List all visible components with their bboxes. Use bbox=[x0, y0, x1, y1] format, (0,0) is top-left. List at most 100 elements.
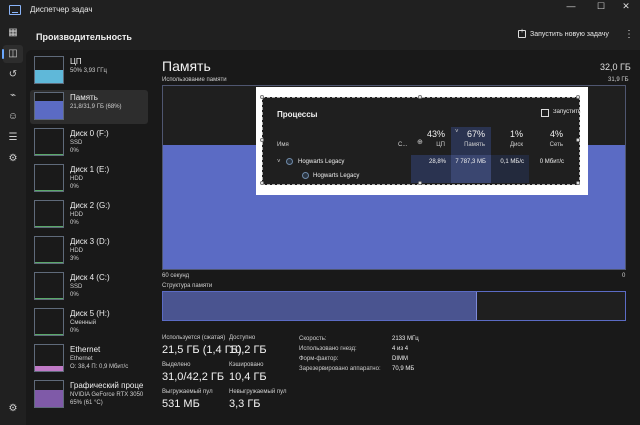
services-icon[interactable]: ⚙ bbox=[3, 150, 23, 168]
cpu-column-header[interactable]: 43% ЦП bbox=[411, 127, 451, 155]
speed-value: 2133 МГц bbox=[392, 336, 419, 342]
run-new-task-button[interactable]: Запустить новую задачу bbox=[518, 28, 609, 38]
perf-item[interactable]: Память 21,8/31,9 ГБ (68%) bbox=[30, 90, 148, 124]
perf-item[interactable]: Ethernet Ethernet О: 38,4 П: 0,9 Мбит/с bbox=[30, 342, 148, 376]
perf-item-sub: HDD bbox=[70, 176, 83, 182]
perf-thumbnail-fill bbox=[35, 154, 63, 155]
perf-item-sub2: 0% bbox=[70, 328, 79, 334]
cpu-cell: 28,8% bbox=[411, 155, 451, 169]
window-title: Диспетчер задач bbox=[30, 5, 93, 14]
main-title: Память bbox=[162, 58, 211, 74]
form-factor-label: Форм-фактор: bbox=[299, 356, 339, 362]
perf-item-sub: HDD bbox=[70, 248, 83, 254]
perf-thumbnail bbox=[34, 164, 64, 192]
perf-thumbnail bbox=[34, 56, 64, 84]
cpu-column-name: ЦП bbox=[436, 142, 445, 148]
perf-item[interactable]: Диск 3 (D:) HDD 3% bbox=[30, 234, 148, 268]
more-options-icon[interactable]: ⋮ bbox=[624, 29, 634, 40]
committed-value: 31,0/42,2 ГБ bbox=[162, 371, 225, 383]
perf-item[interactable]: Диск 5 (H:) Сменный 0% bbox=[30, 306, 148, 340]
perf-item[interactable]: Графический проце NVIDIA GeForce RTX 3050… bbox=[30, 378, 148, 412]
resize-handle[interactable] bbox=[576, 95, 580, 99]
settings-icon[interactable]: ⚙ bbox=[3, 400, 23, 418]
perf-item-sub2: 0% bbox=[70, 148, 79, 154]
resize-handle[interactable] bbox=[576, 181, 580, 185]
run-task-icon bbox=[541, 109, 549, 117]
perf-item-label: Диск 1 (E:) bbox=[70, 165, 110, 174]
details-icon[interactable]: ☰ bbox=[3, 129, 23, 147]
processes-icon[interactable]: ▦ bbox=[3, 24, 23, 42]
memory-total: 32,0 ГБ bbox=[600, 62, 631, 72]
network-column-header[interactable]: 4% Сеть bbox=[529, 127, 569, 155]
perf-thumbnail-fill bbox=[35, 390, 63, 407]
perf-item-sub: Сменный bbox=[70, 320, 97, 326]
resize-handle[interactable] bbox=[418, 95, 422, 99]
perf-item-label: Графический проце bbox=[70, 381, 144, 390]
perf-thumbnail-fill bbox=[35, 298, 63, 299]
process-row[interactable]: ˅ Hogwarts Legacy 28,8% 7 787,3 МБ 0,1 М… bbox=[263, 155, 579, 169]
perf-thumbnail bbox=[34, 308, 64, 336]
perf-thumbnail bbox=[34, 272, 64, 300]
startup-icon[interactable]: ⌁ bbox=[3, 87, 23, 105]
reserved-label: Зарезервировано аппаратно: bbox=[299, 366, 381, 372]
perf-item-sub2: 0% bbox=[70, 220, 79, 226]
cached-label: Кэшировано bbox=[229, 362, 264, 368]
popup-run-button[interactable]: Запустить bbox=[553, 109, 589, 115]
usage-max: 31,9 ГБ bbox=[608, 77, 629, 83]
perf-item-sub2: 0% bbox=[70, 292, 79, 298]
in-use-label: Используется (сжатая) bbox=[162, 335, 226, 341]
usage-label: Использование памяти bbox=[162, 77, 227, 83]
slots-value: 4 из 4 bbox=[392, 346, 409, 352]
perf-item-sub: SSD bbox=[70, 284, 83, 290]
page-header: Производительность Запустить новую задач… bbox=[26, 22, 640, 50]
memory-column-header[interactable]: 67% Память ˅ bbox=[451, 127, 491, 155]
perf-item-label: Диск 0 (F:) bbox=[70, 129, 109, 138]
disk-column-name: Диск bbox=[509, 142, 523, 148]
task-manager-icon bbox=[9, 5, 21, 15]
close-button[interactable]: ✕ bbox=[611, 0, 640, 14]
performance-icon[interactable]: ◫ bbox=[2, 45, 23, 63]
perf-item-sub: NVIDIA GeForce RTX 3050 bbox=[70, 392, 144, 398]
new-task-icon bbox=[518, 28, 526, 38]
nonpaged-pool-label: Невыгружаемый пул bbox=[229, 389, 287, 395]
network-total: 4% bbox=[549, 129, 563, 139]
name-column-header[interactable]: Имя bbox=[277, 142, 289, 148]
perf-item[interactable]: Диск 0 (F:) SSD 0% bbox=[30, 126, 148, 160]
perf-item-sub: Ethernet bbox=[70, 356, 93, 362]
app-history-icon[interactable]: ↺ bbox=[3, 66, 23, 84]
child-memory-cell bbox=[451, 169, 491, 183]
perf-item-sub: HDD bbox=[70, 212, 83, 218]
resize-handle[interactable] bbox=[260, 181, 264, 185]
cached-value: 10,4 ГБ bbox=[229, 371, 267, 383]
users-icon[interactable]: ☺ bbox=[3, 108, 23, 126]
status-column-header[interactable]: С... bbox=[398, 142, 407, 148]
perf-item[interactable]: Диск 1 (E:) HDD 0% bbox=[30, 162, 148, 196]
perf-thumbnail bbox=[34, 344, 64, 372]
perf-item[interactable]: Диск 4 (C:) SSD 0% bbox=[30, 270, 148, 304]
perf-thumbnail-fill bbox=[35, 101, 63, 119]
paged-pool-value: 531 МБ bbox=[162, 398, 200, 410]
resize-handle[interactable] bbox=[418, 181, 422, 185]
network-column-name: Сеть bbox=[549, 142, 563, 148]
perf-thumbnail bbox=[34, 128, 64, 156]
graph-axis-left: 60 секунд bbox=[162, 273, 190, 279]
resize-handle[interactable] bbox=[576, 138, 580, 142]
perf-item[interactable]: Диск 2 (G:) HDD 0% bbox=[30, 198, 148, 232]
child-disk-cell bbox=[491, 169, 529, 183]
structure-label: Структура памяти bbox=[162, 283, 213, 289]
resize-handle[interactable] bbox=[260, 138, 264, 142]
perf-item-label: Диск 2 (G:) bbox=[70, 201, 111, 210]
minimize-button[interactable]: — bbox=[556, 0, 586, 14]
nonpaged-pool-value: 3,3 ГБ bbox=[229, 398, 261, 410]
resize-handle[interactable] bbox=[260, 95, 264, 99]
committed-label: Выделено bbox=[162, 362, 191, 368]
title-bar: Диспетчер задач — ☐ ✕ bbox=[0, 0, 640, 22]
perf-item-label: Память bbox=[70, 93, 98, 102]
perf-item-sub2: О: 38,4 П: 0,9 Мбит/с bbox=[70, 364, 129, 370]
expand-chevron-icon[interactable]: ˅ bbox=[277, 155, 281, 169]
disk-column-header[interactable]: 1% Диск bbox=[491, 127, 529, 155]
memory-structure-bar bbox=[162, 291, 626, 321]
perf-thumbnail bbox=[34, 380, 64, 408]
perf-item[interactable]: ЦП 50% 3,93 ГГц bbox=[30, 54, 148, 88]
perf-thumbnail bbox=[34, 200, 64, 228]
